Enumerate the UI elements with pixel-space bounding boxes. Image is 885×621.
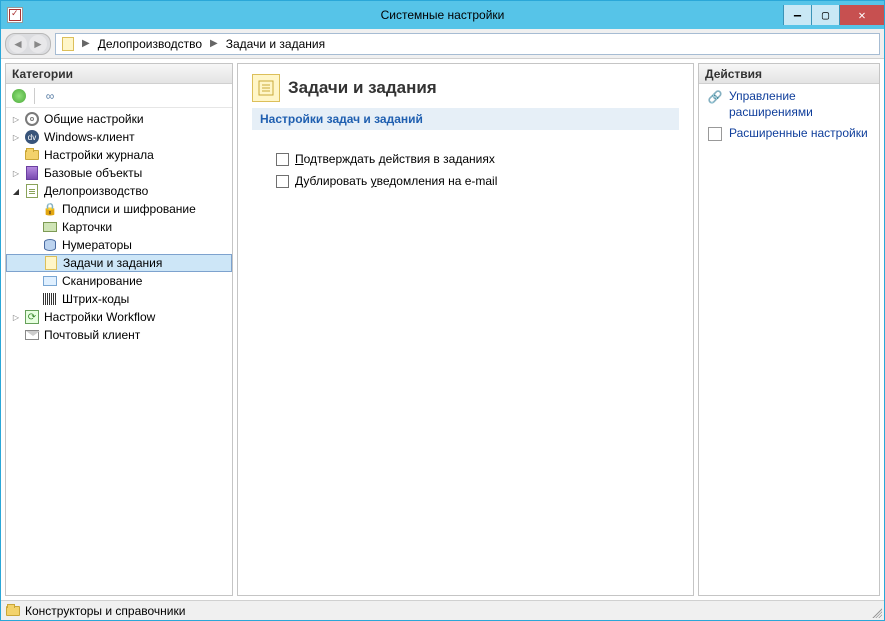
action-manage-extensions[interactable]: 🔗 Управление расширениями xyxy=(703,86,875,123)
window-controls: — ▢ ✕ xyxy=(783,5,884,25)
tree-label: Общие настройки xyxy=(44,112,144,126)
open-folder-button[interactable] xyxy=(10,87,28,105)
separator xyxy=(34,88,35,104)
tree-label: Делопроизводство xyxy=(44,184,148,198)
app-window: Системные настройки — ▢ ✕ ◄ ► ▶ Делопрои… xyxy=(0,0,885,621)
checkbox-icon[interactable] xyxy=(276,175,289,188)
tree-item-workflow[interactable]: ⟳ Настройки Workflow xyxy=(6,308,232,326)
page-title: Задачи и задания xyxy=(288,78,437,98)
close-button[interactable]: ✕ xyxy=(839,5,884,25)
tree-label: Настройки журнала xyxy=(44,148,154,162)
tree-item-cards[interactable]: Карточки xyxy=(6,218,232,236)
nav-forward-button[interactable]: ► xyxy=(29,35,47,53)
categories-tree[interactable]: Общие настройки dv Windows-клиент Настро… xyxy=(6,108,232,595)
tree-label: Почтовый клиент xyxy=(44,328,140,342)
tree-label: Штрих-коды xyxy=(62,292,129,306)
key-icon: 🔒 xyxy=(42,201,58,217)
checkbox-label: Дублировать уведомления на e-mail xyxy=(295,174,497,188)
tree-label: Задачи и задания xyxy=(63,256,162,270)
tree-label: Нумераторы xyxy=(62,238,132,252)
action-label: Расширенные настройки xyxy=(729,126,868,142)
objects-icon xyxy=(24,165,40,181)
categories-header: Категории xyxy=(6,64,232,84)
expander-icon[interactable] xyxy=(10,167,22,179)
chevron-right-icon: ▶ xyxy=(82,38,90,49)
titlebar: Системные настройки — ▢ ✕ xyxy=(1,1,884,29)
breadcrumb-item-2[interactable]: Задачи и задания xyxy=(224,37,327,51)
actions-panel: Действия 🔗 Управление расширениями Расши… xyxy=(698,63,880,596)
tree-label: Windows-клиент xyxy=(44,130,135,144)
client-area: Категории ∞ Общие настройки dv Windows-к… xyxy=(1,59,884,600)
section-header: Настройки задач и заданий xyxy=(252,108,679,130)
gear-icon xyxy=(24,111,40,127)
breadcrumb-item-1[interactable]: Делопроизводство xyxy=(96,37,204,51)
tree-item-numerators[interactable]: Нумераторы xyxy=(6,236,232,254)
minimize-button[interactable]: — xyxy=(783,5,811,25)
status-text: Конструкторы и справочники xyxy=(25,604,185,618)
tree-item-signatures[interactable]: 🔒 Подписи и шифрование xyxy=(6,200,232,218)
tree-item-paperwork[interactable]: Делопроизводство xyxy=(6,182,232,200)
settings-icon xyxy=(707,126,723,142)
tree-label: Базовые объекты xyxy=(44,166,142,180)
document-icon xyxy=(24,183,40,199)
tree-item-tasks[interactable]: Задачи и задания xyxy=(6,254,232,272)
actions-header: Действия xyxy=(699,64,879,84)
tree-label: Карточки xyxy=(62,220,112,234)
resize-grip[interactable] xyxy=(870,606,882,618)
expander-icon xyxy=(10,329,22,341)
tree-label: Настройки Workflow xyxy=(44,310,155,324)
workflow-icon: ⟳ xyxy=(24,309,40,325)
mail-icon xyxy=(24,327,40,343)
expander-icon[interactable] xyxy=(10,185,22,197)
tasks-icon xyxy=(43,255,59,271)
nav-back-button[interactable]: ◄ xyxy=(9,35,27,53)
tree-item-log-settings[interactable]: Настройки журнала xyxy=(6,146,232,164)
tree-item-scanning[interactable]: Сканирование xyxy=(6,272,232,290)
confirm-actions-checkbox[interactable]: Подтверждать действия в заданиях xyxy=(252,150,679,168)
checkbox-icon[interactable] xyxy=(276,153,289,166)
window-title: Системные настройки xyxy=(381,8,505,22)
tree-label: Подписи и шифрование xyxy=(62,202,196,216)
tasks-icon xyxy=(252,74,280,102)
categories-panel: Категории ∞ Общие настройки dv Windows-к… xyxy=(5,63,233,596)
link-button[interactable]: ∞ xyxy=(41,87,59,105)
tree-label: Сканирование xyxy=(62,274,142,288)
maximize-button[interactable]: ▢ xyxy=(811,5,839,25)
tree-item-mail-client[interactable]: Почтовый клиент xyxy=(6,326,232,344)
card-icon xyxy=(42,219,58,235)
app-icon xyxy=(7,7,23,23)
actions-list: 🔗 Управление расширениями Расширенные на… xyxy=(699,84,879,147)
database-icon xyxy=(42,237,58,253)
tree-item-barcodes[interactable]: Штрих-коды xyxy=(6,290,232,308)
folder-icon xyxy=(24,147,40,163)
navbar: ◄ ► ▶ Делопроизводство ▶ Задачи и задани… xyxy=(1,29,884,59)
duplicate-email-checkbox[interactable]: Дублировать уведомления на e-mail xyxy=(252,172,679,190)
chevron-right-icon: ▶ xyxy=(210,38,218,49)
expander-icon[interactable] xyxy=(10,113,22,125)
content-panel: Задачи и задания Настройки задач и задан… xyxy=(237,63,694,596)
page-title-row: Задачи и задания xyxy=(252,70,679,108)
checkbox-label: Подтверждать действия в заданиях xyxy=(295,152,495,166)
tasks-icon xyxy=(60,36,76,52)
breadcrumb[interactable]: ▶ Делопроизводство ▶ Задачи и задания xyxy=(55,33,880,55)
expander-icon[interactable] xyxy=(10,131,22,143)
tree-item-windows-client[interactable]: dv Windows-клиент xyxy=(6,128,232,146)
statusbar: Конструкторы и справочники xyxy=(1,600,884,620)
action-advanced-settings[interactable]: Расширенные настройки xyxy=(703,123,875,145)
folder-icon xyxy=(5,603,21,619)
expander-icon[interactable] xyxy=(10,311,22,323)
categories-toolbar: ∞ xyxy=(6,84,232,108)
dv-icon: dv xyxy=(24,129,40,145)
expander-icon xyxy=(10,149,22,161)
tree-item-base-objects[interactable]: Базовые объекты xyxy=(6,164,232,182)
action-label: Управление расширениями xyxy=(729,89,871,120)
barcode-icon xyxy=(42,291,58,307)
scan-icon xyxy=(42,273,58,289)
link-icon: 🔗 xyxy=(707,89,723,105)
nav-buttons: ◄ ► xyxy=(5,33,51,55)
tree-item-general[interactable]: Общие настройки xyxy=(6,110,232,128)
